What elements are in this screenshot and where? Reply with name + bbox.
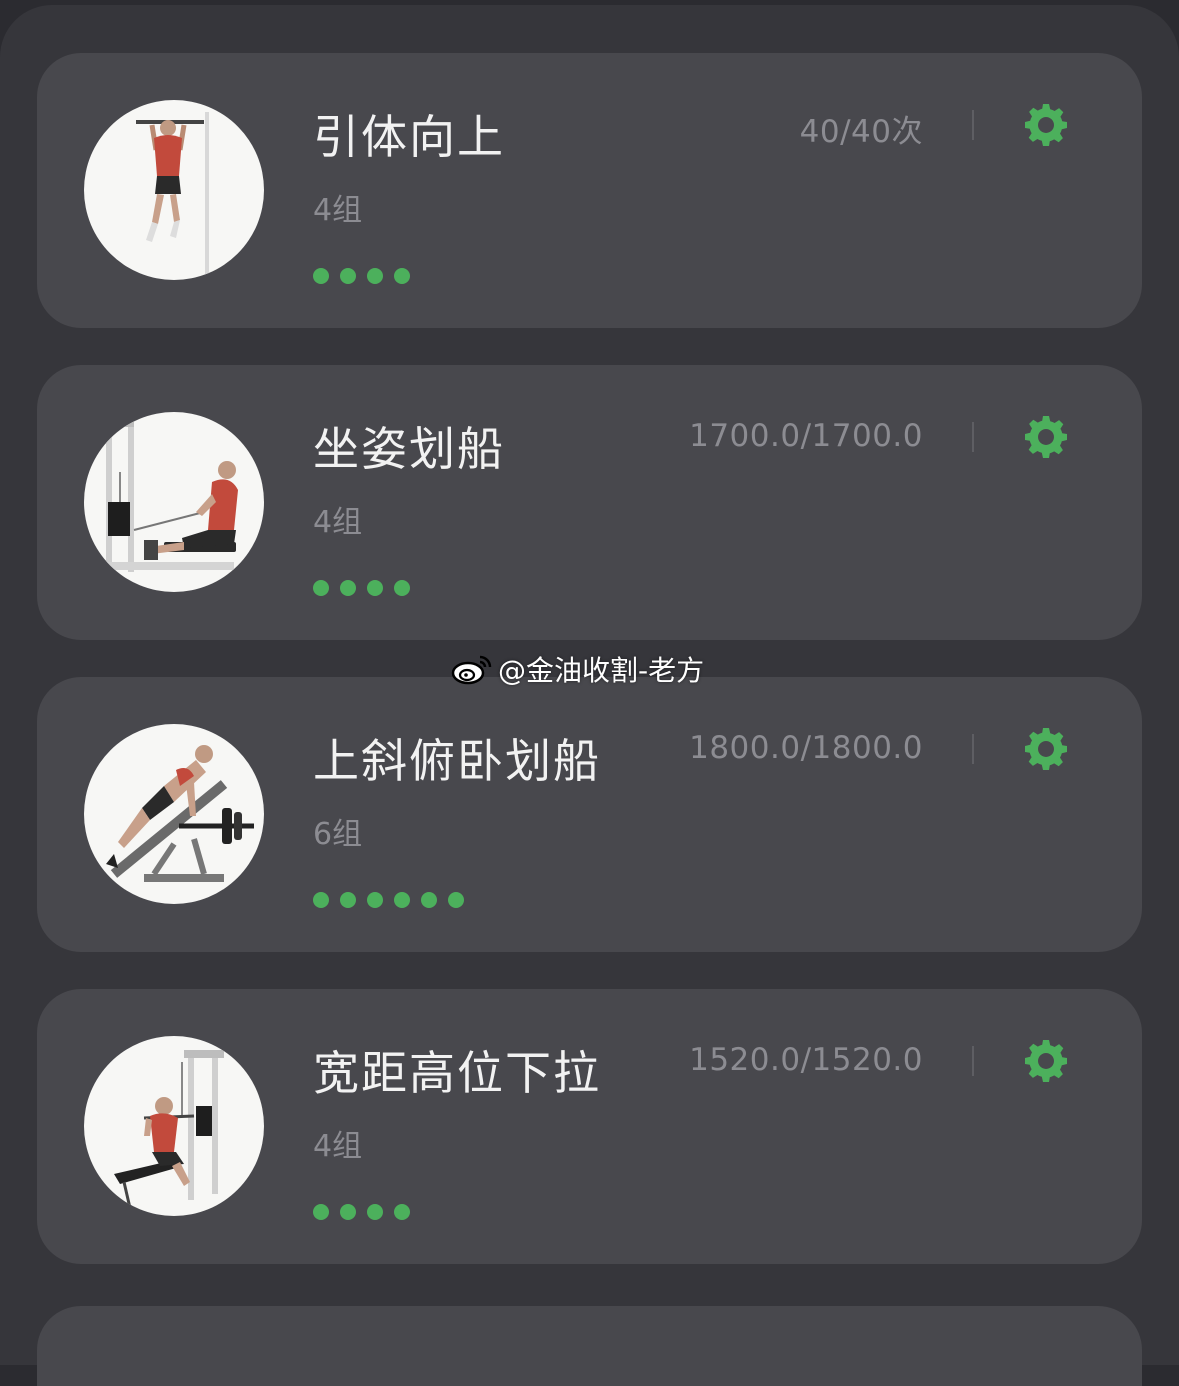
set-dot [367, 892, 383, 908]
watermark-text: @金油收割-老方 [498, 654, 705, 687]
exercise-card-seated-row[interactable]: 坐姿划船 4组 1700.0/1700.0 [37, 365, 1142, 640]
exercise-volume: 1800.0/1800.0 [689, 730, 923, 766]
divider [972, 1046, 974, 1076]
exercise-sets: 4组 [313, 1129, 363, 1164]
exercise-card-incline-row[interactable]: 上斜俯卧划船 6组 1800.0/1800.0 [37, 677, 1142, 952]
exercise-name: 宽距高位下拉 [313, 1046, 601, 1100]
exercise-volume: 40/40次 [799, 114, 923, 150]
exercise-card-next-partial[interactable] [37, 1306, 1142, 1386]
exercise-image-lat-pulldown [84, 1036, 264, 1216]
set-dot [340, 580, 356, 596]
set-dot [340, 268, 356, 284]
set-dot [313, 580, 329, 596]
set-dot [448, 892, 464, 908]
exercise-sets: 4组 [313, 193, 363, 228]
exercise-volume: 1520.0/1520.0 [689, 1042, 923, 1078]
gear-icon[interactable] [1023, 414, 1069, 460]
set-dot [313, 1204, 329, 1220]
set-progress-dots [313, 1204, 410, 1220]
set-dot [313, 268, 329, 284]
exercise-volume: 1700.0/1700.0 [689, 418, 923, 454]
workout-list-sheet: 引体向上 4组 40/40次 坐姿划船 4组 1700.0/1700.0 上斜俯… [0, 5, 1179, 1386]
weibo-icon [451, 655, 492, 685]
set-dot [340, 1204, 356, 1220]
set-dot [340, 892, 356, 908]
set-dot [367, 1204, 383, 1220]
set-dot [421, 892, 437, 908]
set-progress-dots [313, 268, 410, 284]
set-progress-dots [313, 580, 410, 596]
exercise-image-pull-up [84, 100, 264, 280]
exercise-sets: 4组 [313, 505, 363, 540]
gear-icon[interactable] [1023, 102, 1069, 148]
divider [972, 422, 974, 452]
set-dot [367, 268, 383, 284]
exercise-name: 上斜俯卧划船 [313, 734, 601, 788]
gear-icon[interactable] [1023, 1038, 1069, 1084]
set-dot [367, 580, 383, 596]
gear-icon[interactable] [1023, 726, 1069, 772]
set-progress-dots [313, 892, 464, 908]
exercise-card-lat-pulldown[interactable]: 宽距高位下拉 4组 1520.0/1520.0 [37, 989, 1142, 1264]
exercise-image-seated-row [84, 412, 264, 592]
set-dot [394, 580, 410, 596]
exercise-sets: 6组 [313, 817, 363, 852]
exercise-image-incline-row [84, 724, 264, 904]
divider [972, 110, 974, 140]
exercise-name: 坐姿划船 [313, 422, 505, 476]
set-dot [394, 892, 410, 908]
set-dot [394, 268, 410, 284]
exercise-name: 引体向上 [313, 110, 505, 164]
set-dot [313, 892, 329, 908]
divider [972, 734, 974, 764]
exercise-card-pull-up[interactable]: 引体向上 4组 40/40次 [37, 53, 1142, 328]
watermark: @金油收割-老方 [450, 649, 704, 689]
set-dot [394, 1204, 410, 1220]
